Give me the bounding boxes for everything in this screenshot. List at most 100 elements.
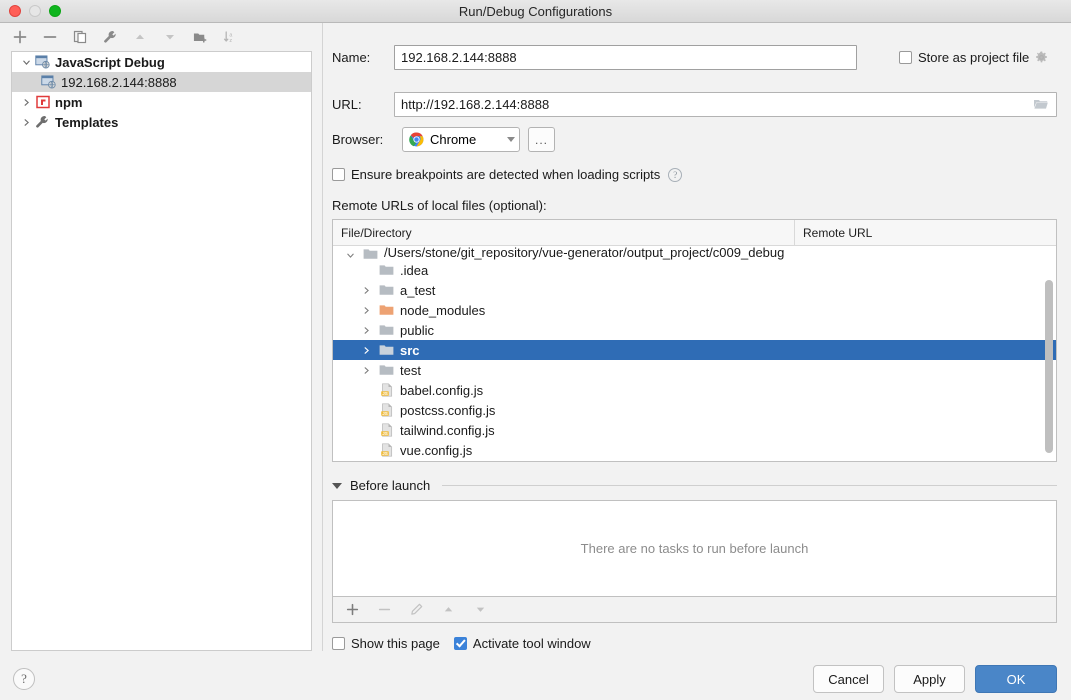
table-row[interactable]: JS vue.config.js (333, 440, 1056, 460)
move-task-down-arrow-icon[interactable] (472, 602, 488, 618)
table-row[interactable]: public (333, 320, 1056, 340)
chrome-icon (409, 132, 424, 147)
minimize-button[interactable] (29, 5, 41, 17)
remote-urls-table[interactable]: File/Directory Remote URL /Users/stone/g… (332, 219, 1057, 462)
browser-row: Browser: Chrome ... (332, 127, 1057, 152)
remote-urls-label: Remote URLs of local files (optional): (332, 198, 547, 213)
browser-more-button[interactable]: ... (528, 127, 555, 152)
url-row: URL: http://192.168.2.144:8888 (332, 92, 1057, 117)
show-this-page-checkbox[interactable] (332, 637, 345, 650)
table-row-label: tailwind.config.js (400, 422, 495, 438)
remove-task-button[interactable] (376, 602, 392, 618)
table-row[interactable]: .idea (333, 260, 1056, 280)
move-task-up-arrow-icon[interactable] (440, 602, 456, 618)
folder-icon (377, 364, 396, 376)
chevron-right-icon[interactable] (355, 366, 377, 375)
table-row-label: babel.config.js (400, 382, 484, 398)
copy-configuration-button[interactable] (72, 29, 88, 45)
js-file-icon: JS (377, 403, 396, 417)
ensure-breakpoints-checkbox[interactable] (332, 168, 345, 181)
table-row-label: /Users/stone/git_repository/vue-generato… (384, 246, 785, 260)
table-row[interactable]: node_modules (333, 300, 1056, 320)
svg-text:JS: JS (382, 391, 388, 396)
table-row[interactable]: JS tailwind.config.js (333, 420, 1056, 440)
activate-tool-window-checkbox[interactable] (453, 637, 467, 650)
name-input[interactable]: 192.168.2.144:8888 (394, 45, 857, 70)
chevron-right-icon[interactable] (355, 326, 377, 335)
svg-text:z: z (229, 38, 232, 44)
move-down-arrow-icon[interactable] (162, 29, 178, 45)
chevron-right-icon[interactable] (355, 346, 377, 355)
chevron-down-icon[interactable] (339, 251, 361, 260)
table-rows: /Users/stone/git_repository/vue-generato… (333, 246, 1056, 461)
js-file-icon: JS (377, 443, 396, 457)
table-row[interactable]: a_test (333, 280, 1056, 300)
chevron-down-icon[interactable] (332, 482, 342, 489)
chevron-down-icon[interactable] (18, 58, 34, 67)
edit-templates-wrench-icon[interactable] (102, 29, 118, 45)
tree-item-label: npm (55, 94, 83, 110)
gear-icon[interactable] (1035, 51, 1048, 64)
chevron-right-icon[interactable] (355, 306, 377, 315)
table-header: File/Directory Remote URL (333, 220, 1056, 246)
table-row-label: postcss.config.js (400, 402, 496, 418)
before-launch-header[interactable]: Before launch (332, 478, 1057, 493)
configurations-panel: a z JavaScript Debug 192.168.2.144:8888 … (0, 23, 323, 651)
add-task-button[interactable] (344, 602, 360, 618)
new-folder-icon[interactable] (192, 29, 208, 45)
zoom-button[interactable] (49, 5, 61, 17)
chevron-right-icon[interactable] (18, 118, 34, 127)
close-button[interactable] (9, 5, 21, 17)
table-row-label: public (400, 322, 434, 338)
javascript-debug-icon (34, 55, 51, 69)
cancel-button[interactable]: Cancel (813, 665, 884, 693)
chevron-down-icon[interactable] (507, 137, 515, 142)
js-file-icon: JS (377, 423, 396, 437)
remove-configuration-button[interactable] (42, 29, 58, 45)
browser-label: Browser: (332, 132, 384, 147)
ensure-breakpoints-label: Ensure breakpoints are detected when loa… (351, 167, 661, 182)
table-row[interactable]: src (333, 340, 1056, 360)
table-vertical-scrollbar[interactable] (1043, 248, 1054, 457)
tree-item-192-168-2-144-8888[interactable]: 192.168.2.144:8888 (12, 72, 311, 92)
svg-text:JS: JS (382, 431, 388, 436)
chevron-right-icon[interactable] (355, 286, 377, 295)
folder-icon (361, 248, 380, 260)
add-configuration-button[interactable] (12, 29, 28, 45)
chevron-right-icon[interactable] (18, 98, 34, 107)
tree-item-npm[interactable]: npm (12, 92, 311, 112)
apply-button[interactable]: Apply (894, 665, 965, 693)
folder-open-icon[interactable] (1033, 97, 1049, 114)
help-button[interactable]: ? (13, 668, 35, 690)
table-row[interactable]: JS babel.config.js (333, 380, 1056, 400)
scrollbar-thumb[interactable] (1045, 280, 1053, 453)
folder-icon (377, 324, 396, 336)
traffic-lights (0, 5, 61, 17)
folder-orange-icon (377, 304, 396, 316)
edit-task-pencil-icon[interactable] (408, 602, 424, 618)
help-icon[interactable]: ? (668, 167, 683, 182)
table-row[interactable]: test (333, 360, 1056, 380)
wrench-icon (34, 115, 51, 130)
tree-item-label: 192.168.2.144:8888 (61, 74, 177, 90)
folder-icon (377, 344, 396, 356)
table-row[interactable]: /Users/stone/git_repository/vue-generato… (333, 246, 1056, 260)
folder-icon (377, 284, 396, 296)
js-file-icon: JS (377, 383, 396, 397)
sort-az-icon[interactable]: a z (222, 29, 238, 45)
dialog-body: a z JavaScript Debug 192.168.2.144:8888 … (0, 23, 1071, 651)
configurations-toolbar: a z (0, 23, 322, 51)
browser-select[interactable]: Chrome (402, 127, 520, 152)
move-up-arrow-icon[interactable] (132, 29, 148, 45)
configurations-tree[interactable]: JavaScript Debug 192.168.2.144:8888 npm … (11, 51, 312, 651)
table-row[interactable]: JS postcss.config.js (333, 400, 1056, 420)
column-header-remote-url[interactable]: Remote URL (795, 220, 1056, 245)
before-launch-task-list[interactable]: There are no tasks to run before launch (332, 500, 1057, 597)
column-header-file-directory[interactable]: File/Directory (333, 220, 795, 245)
url-input[interactable]: http://192.168.2.144:8888 (394, 92, 1057, 117)
store-as-project-file-checkbox[interactable] (899, 51, 912, 64)
folder-icon (377, 264, 396, 276)
tree-item-javascript-debug[interactable]: JavaScript Debug (12, 52, 311, 72)
ok-button[interactable]: OK (975, 665, 1057, 693)
tree-item-templates[interactable]: Templates (12, 112, 311, 132)
